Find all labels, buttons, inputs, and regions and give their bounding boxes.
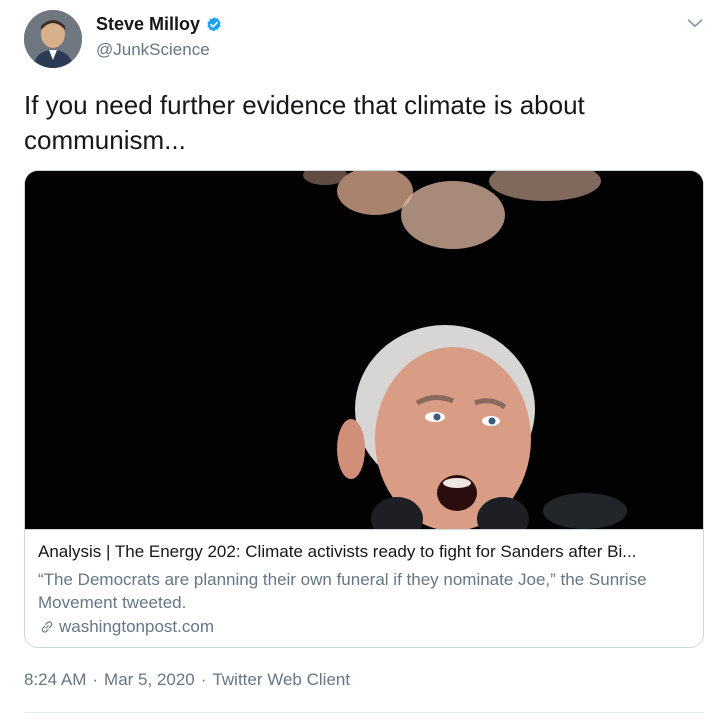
card-image bbox=[25, 171, 703, 529]
chevron-down-icon[interactable] bbox=[684, 12, 706, 34]
avatar-photo bbox=[24, 10, 82, 68]
separator: · bbox=[92, 670, 99, 689]
avatar[interactable] bbox=[24, 10, 82, 68]
card-text: Analysis | The Energy 202: Climate activ… bbox=[25, 529, 703, 636]
user-handle[interactable]: @JunkScience bbox=[96, 40, 210, 60]
card-domain: washingtonpost.com bbox=[38, 617, 214, 637]
tweet-client[interactable]: Twitter Web Client bbox=[212, 670, 350, 690]
tweet-text: If you need further evidence that climat… bbox=[24, 90, 585, 155]
link-icon bbox=[41, 621, 53, 633]
verified-badge-icon bbox=[207, 16, 221, 31]
card-description: “The Democrats are planning their own fu… bbox=[38, 570, 647, 612]
card-title[interactable]: Analysis | The Energy 202: Climate activ… bbox=[38, 542, 694, 562]
separator: · bbox=[200, 670, 207, 689]
tweet-time[interactable]: 8:24 AM bbox=[24, 670, 86, 690]
link-preview-card[interactable]: Analysis | The Energy 202: Climate activ… bbox=[24, 170, 704, 648]
author-name-row[interactable]: Steve Milloy bbox=[96, 14, 223, 35]
divider bbox=[24, 712, 704, 713]
display-name[interactable]: Steve Milloy bbox=[96, 14, 200, 35]
card-domain-text: washingtonpost.com bbox=[59, 617, 214, 636]
tweet-metadata: 8:24 AM · Mar 5, 2020 · Twitter Web Clie… bbox=[24, 670, 350, 690]
tweet-date[interactable]: Mar 5, 2020 bbox=[104, 670, 195, 690]
